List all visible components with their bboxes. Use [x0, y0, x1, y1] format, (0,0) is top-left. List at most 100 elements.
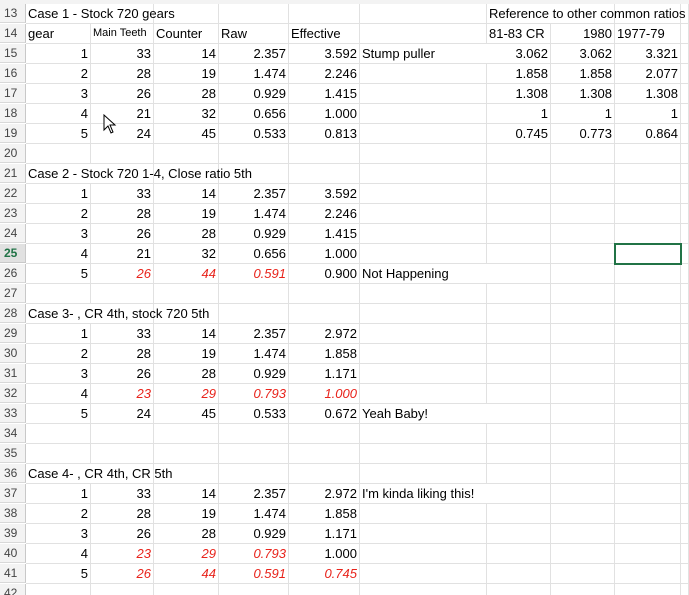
cell-K17[interactable]: 1.308 — [615, 84, 681, 104]
cell-E29[interactable]: 2.357 — [219, 324, 289, 344]
cell-empty[interactable] — [681, 204, 689, 224]
cell-B19[interactable]: 5 — [26, 124, 91, 144]
cell-F23[interactable]: 2.246 — [289, 204, 360, 224]
cell-empty[interactable] — [681, 464, 689, 484]
cell-D37[interactable]: 14 — [154, 484, 219, 504]
cell-K36[interactable] — [615, 464, 681, 484]
cell-J33[interactable] — [551, 404, 615, 424]
cell-empty[interactable] — [681, 544, 689, 564]
cell-B28[interactable]: Case 3- , CR 4th, stock 720 5th — [26, 304, 209, 324]
cell-empty[interactable] — [681, 344, 689, 364]
cell-K39[interactable] — [615, 524, 681, 544]
cell-J36[interactable] — [551, 464, 615, 484]
row-header[interactable]: 16 — [0, 64, 26, 83]
cell-E32[interactable]: 0.793 — [219, 384, 289, 404]
cell-F31[interactable]: 1.171 — [289, 364, 360, 384]
cell-I42[interactable] — [487, 584, 551, 595]
cell-F30[interactable]: 1.858 — [289, 344, 360, 364]
cell-B29[interactable]: 1 — [26, 324, 91, 344]
cell-B31[interactable]: 3 — [26, 364, 91, 384]
cell-D17[interactable]: 28 — [154, 84, 219, 104]
cell-J40[interactable] — [551, 544, 615, 564]
cell-G28[interactable] — [360, 304, 487, 324]
cell-D39[interactable]: 28 — [154, 524, 219, 544]
cell-K38[interactable] — [615, 504, 681, 524]
cell-E22[interactable]: 2.357 — [219, 184, 289, 204]
cell-empty[interactable] — [681, 224, 689, 244]
row-header[interactable]: 36 — [0, 464, 26, 483]
cell-B25[interactable]: 4 — [26, 244, 91, 264]
cell-I40[interactable] — [487, 544, 551, 564]
cell-F24[interactable]: 1.415 — [289, 224, 360, 244]
cell-G40[interactable] — [360, 544, 487, 564]
cell-J26[interactable] — [551, 264, 615, 284]
cell-E23[interactable]: 1.474 — [219, 204, 289, 224]
cell-J39[interactable] — [551, 524, 615, 544]
cell-F42[interactable] — [289, 584, 360, 595]
cell-I13[interactable]: Reference to other common ratios — [487, 4, 686, 24]
cell-F34[interactable] — [289, 424, 360, 444]
spreadsheet-grid[interactable]: 13 Case 1 - Stock 720 gears Reference to o… — [0, 0, 689, 595]
row-header[interactable]: 24 — [0, 224, 26, 243]
cell-B41[interactable]: 5 — [26, 564, 91, 584]
cell-F22[interactable]: 3.592 — [289, 184, 360, 204]
cell-empty[interactable] — [681, 64, 689, 84]
cell-C34[interactable] — [91, 424, 154, 444]
cell-J30[interactable] — [551, 344, 615, 364]
cell-J34[interactable] — [551, 424, 615, 444]
cell-F41[interactable]: 0.745 — [289, 564, 360, 584]
cell-empty[interactable] — [681, 584, 689, 595]
row-header[interactable]: 20 — [0, 144, 26, 163]
cell-C33[interactable]: 24 — [91, 404, 154, 424]
cell-E14[interactable]: Raw — [219, 24, 289, 44]
cell-K15[interactable]: 3.321 — [615, 44, 681, 64]
cell-E35[interactable] — [219, 444, 289, 464]
cell-D32[interactable]: 29 — [154, 384, 219, 404]
cell-G22[interactable] — [360, 184, 487, 204]
cell-I32[interactable] — [487, 384, 551, 404]
row-header[interactable]: 37 — [0, 484, 26, 503]
cell-D25[interactable]: 32 — [154, 244, 219, 264]
row-header[interactable]: 15 — [0, 44, 26, 63]
cell-empty[interactable] — [681, 324, 689, 344]
cell-D22[interactable]: 14 — [154, 184, 219, 204]
cell-empty[interactable] — [681, 364, 689, 384]
cell-F39[interactable]: 1.171 — [289, 524, 360, 544]
cell-D35[interactable] — [154, 444, 219, 464]
cell-B15[interactable]: 1 — [26, 44, 91, 64]
cell-B36[interactable]: Case 4- , CR 4th, CR 5th — [26, 464, 173, 484]
cell-K42[interactable] — [615, 584, 681, 595]
cell-K33[interactable] — [615, 404, 681, 424]
cell-C35[interactable] — [91, 444, 154, 464]
cell-C27[interactable] — [91, 284, 154, 304]
cell-I41[interactable] — [487, 564, 551, 584]
row-header[interactable]: 21 — [0, 164, 26, 183]
cell-K16[interactable]: 2.077 — [615, 64, 681, 84]
cell-D18[interactable]: 32 — [154, 104, 219, 124]
cell-G41[interactable] — [360, 564, 487, 584]
cell-J42[interactable] — [551, 584, 615, 595]
row-header[interactable]: 17 — [0, 84, 26, 103]
cell-I25[interactable] — [487, 244, 551, 264]
cell-K35[interactable] — [615, 444, 681, 464]
cell-F18[interactable]: 1.000 — [289, 104, 360, 124]
cell-I19[interactable]: 0.745 — [487, 124, 551, 144]
cell-I18[interactable]: 1 — [487, 104, 551, 124]
cell-J22[interactable] — [551, 184, 615, 204]
cell-empty[interactable] — [681, 184, 689, 204]
cell-G42[interactable] — [360, 584, 487, 595]
cell-J14[interactable]: 1980 — [551, 24, 615, 44]
cell-I29[interactable] — [487, 324, 551, 344]
cell-C19[interactable]: 24 — [91, 124, 154, 144]
cell-K27[interactable] — [615, 284, 681, 304]
cell-E42[interactable] — [219, 584, 289, 595]
cell-I39[interactable] — [487, 524, 551, 544]
selected-cell[interactable] — [614, 243, 682, 265]
cell-F36[interactable] — [289, 464, 360, 484]
cell-B17[interactable]: 3 — [26, 84, 91, 104]
cell-B32[interactable]: 4 — [26, 384, 91, 404]
cell-E17[interactable]: 0.929 — [219, 84, 289, 104]
cell-C26[interactable]: 26 — [91, 264, 154, 284]
cell-G35[interactable] — [360, 444, 487, 464]
cell-I23[interactable] — [487, 204, 551, 224]
